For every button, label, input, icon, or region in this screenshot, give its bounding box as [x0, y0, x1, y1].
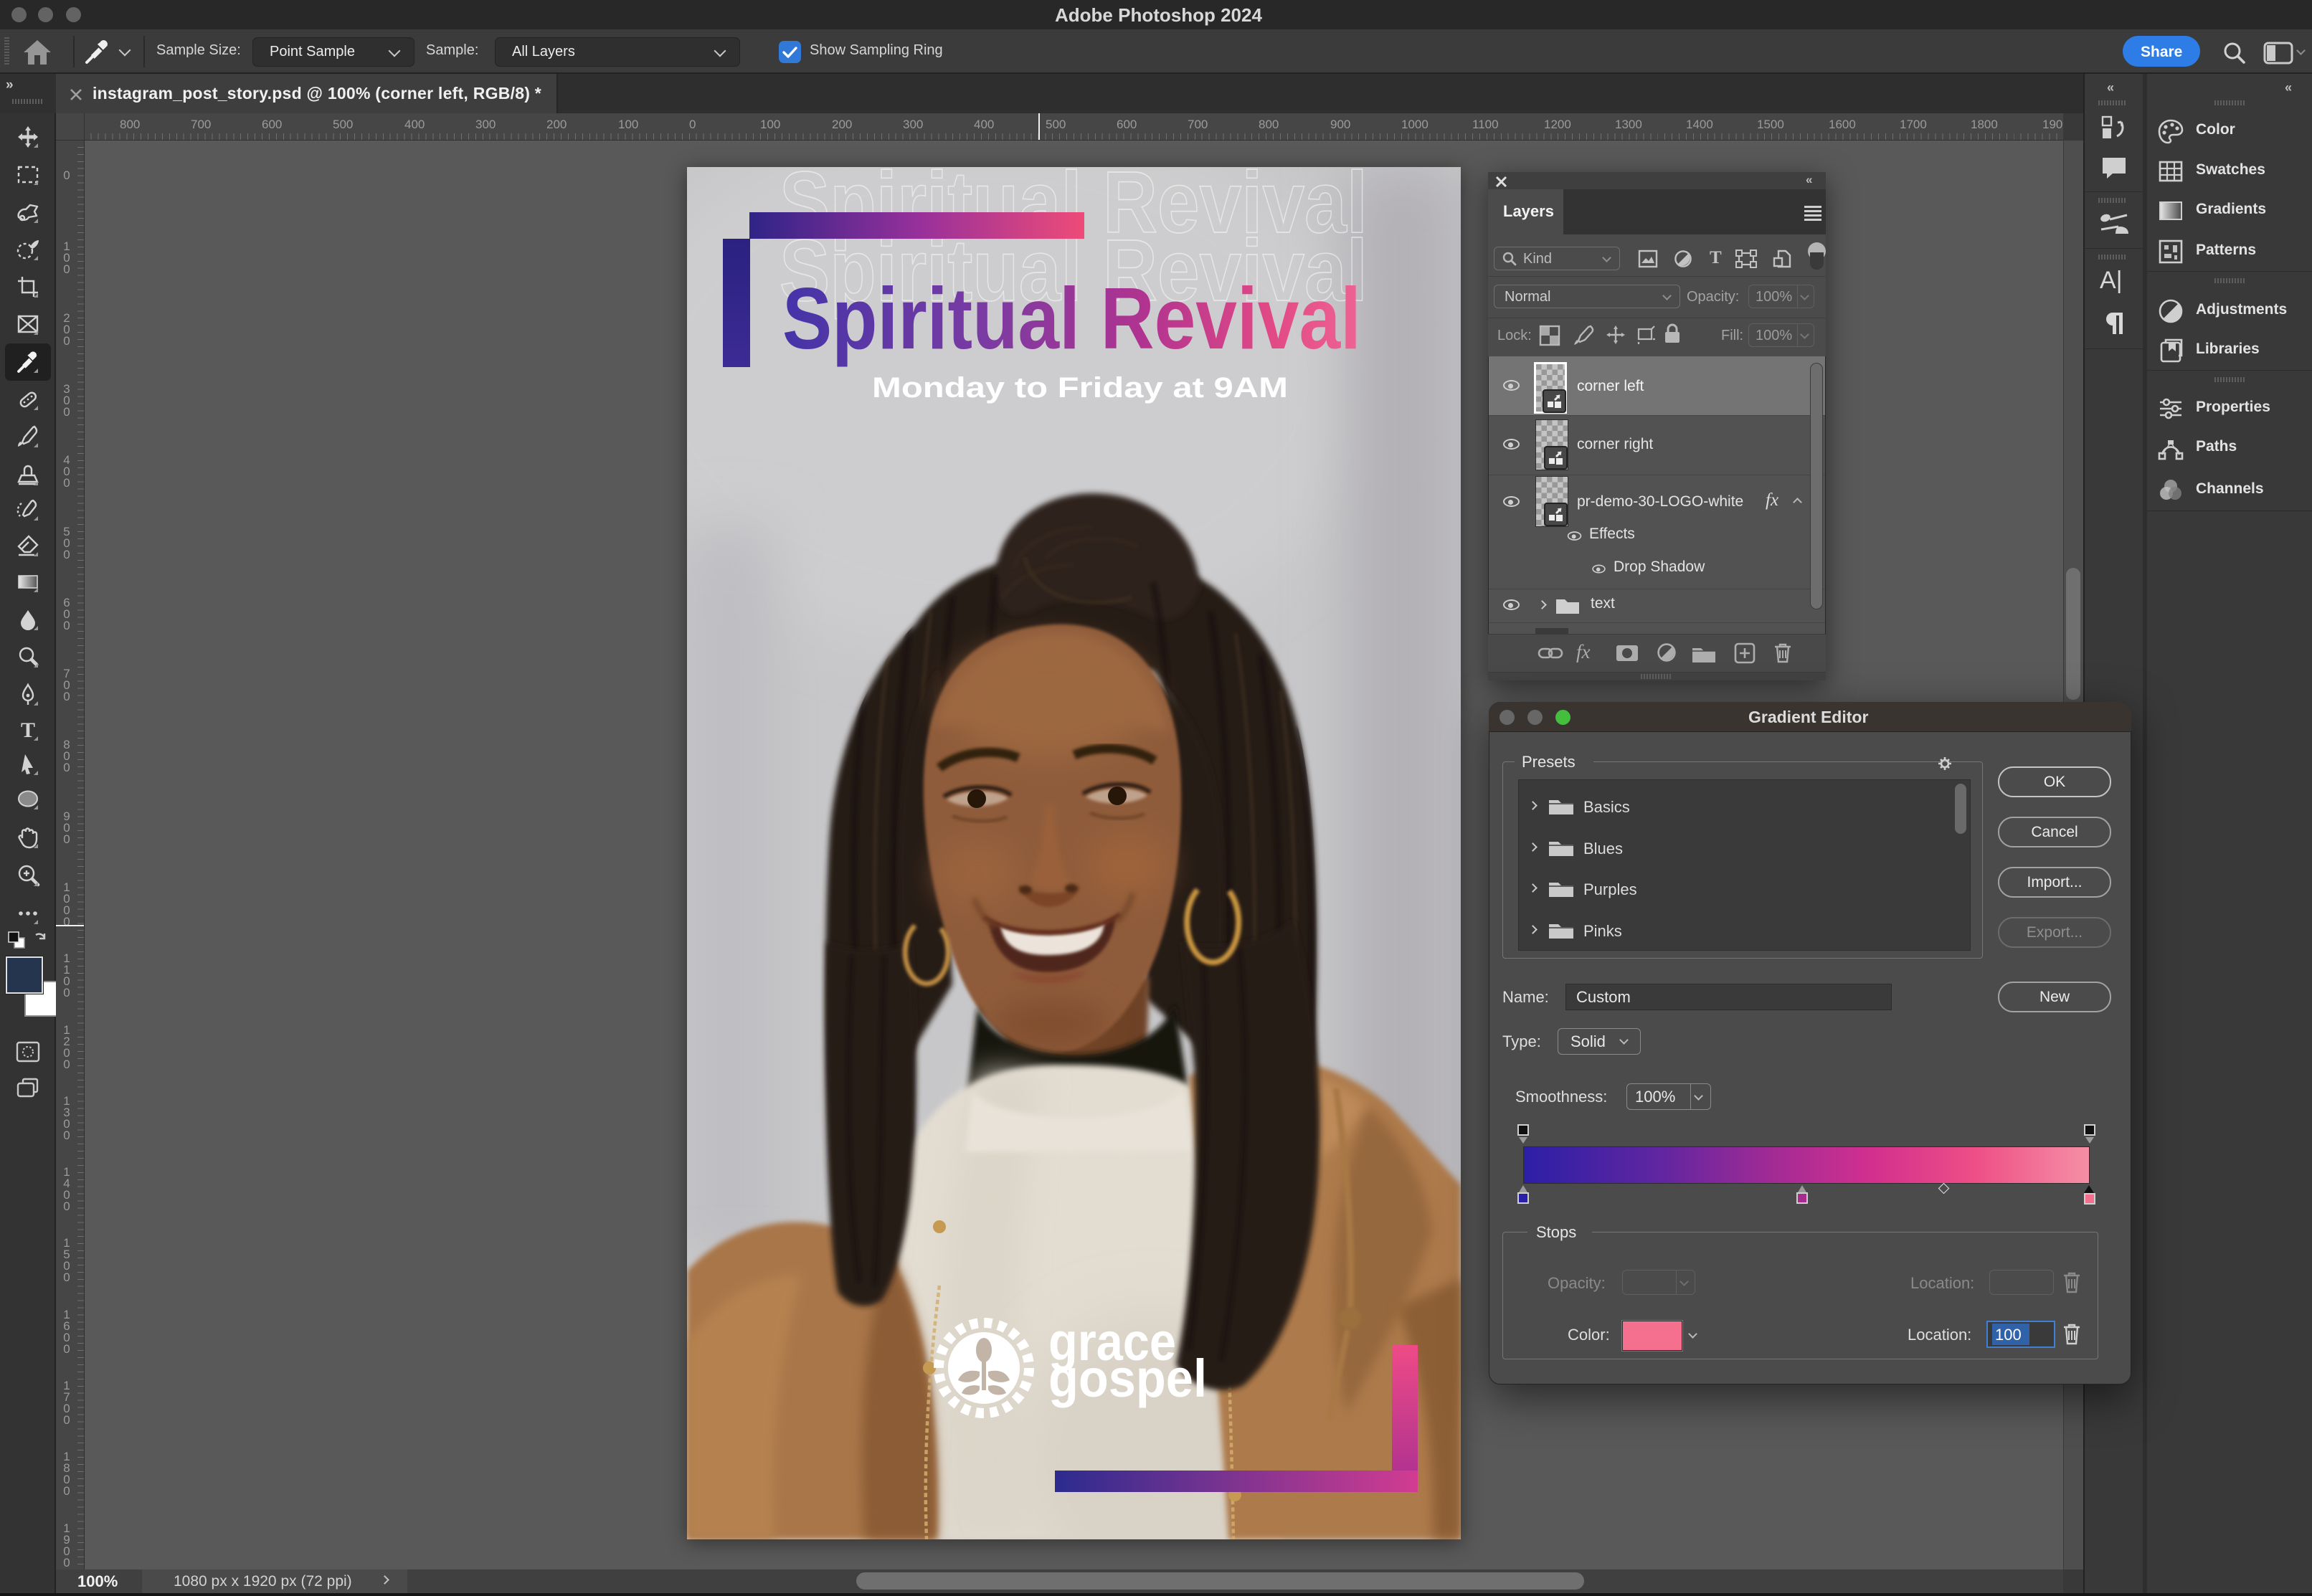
svg-text:Monday to Friday at 9AM: Monday to Friday at 9AM [872, 372, 1288, 404]
svg-text:Spiritual Revival: Spiritual Revival [782, 270, 1361, 367]
svg-text:gospel: gospel [1048, 1349, 1207, 1408]
svg-text:T: T [21, 718, 35, 742]
